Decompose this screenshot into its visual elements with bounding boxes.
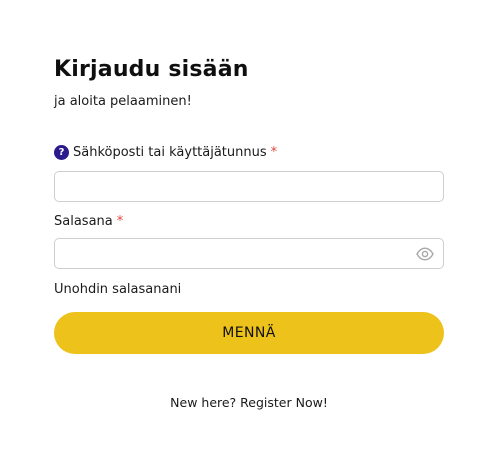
login-page: Kirjaudu sisään ja aloita pelaaminen! ? … (0, 0, 498, 461)
eye-icon-svg (416, 247, 434, 261)
register-link[interactable]: Register Now! (240, 395, 328, 410)
submit-button[interactable]: MENNÄ (54, 312, 444, 354)
help-icon[interactable]: ? (54, 145, 69, 160)
forgot-password-link[interactable]: Unohdin salasanani (54, 282, 181, 297)
eye-icon[interactable] (414, 243, 436, 265)
password-label: Salasana (54, 214, 113, 229)
page-subtitle: ja aloita pelaaminen! (54, 94, 192, 109)
page-title: Kirjaudu sisään (54, 57, 249, 82)
email-input[interactable] (54, 171, 444, 202)
password-input[interactable] (54, 238, 444, 269)
password-label-row: Salasana * (54, 214, 123, 229)
password-required-mark: * (116, 214, 124, 229)
register-prompt: New here? (170, 395, 241, 410)
email-label: Sähköposti tai käyttäjätunnus (73, 145, 267, 160)
email-label-row: ? Sähköposti tai käyttäjätunnus * (54, 145, 277, 160)
register-row: New here? Register Now! (54, 395, 444, 410)
email-required-mark: * (270, 145, 278, 160)
